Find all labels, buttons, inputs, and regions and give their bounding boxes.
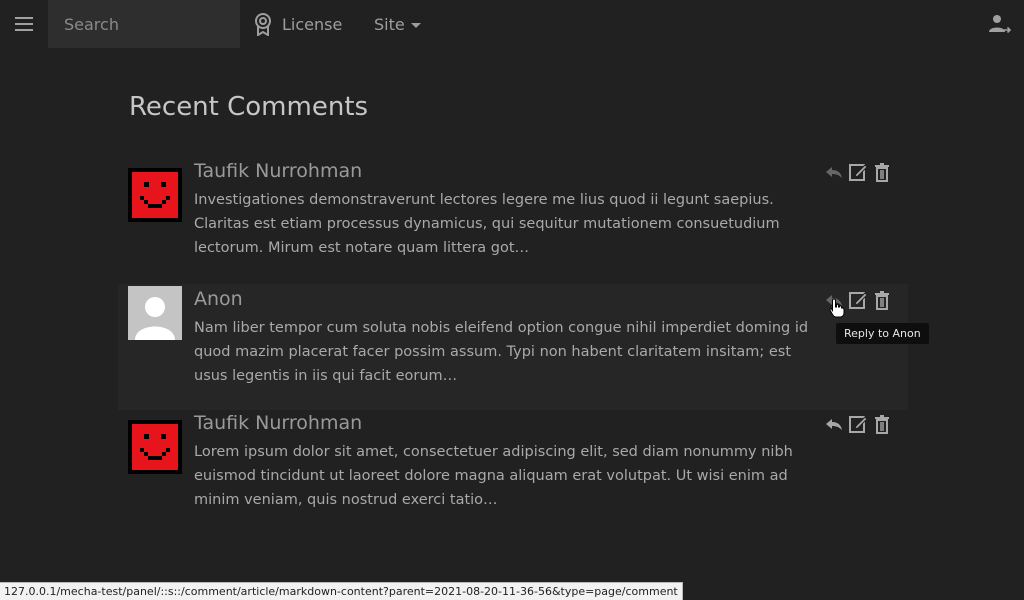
nav-site-label: Site — [374, 14, 405, 34]
reply-tooltip: Reply to Anon — [836, 323, 929, 344]
top-navigation-bar: License Site — [0, 0, 1024, 48]
delete-icon[interactable] — [872, 290, 892, 310]
comment-text: Lorem ipsum dolor sit amet, consectetuer… — [194, 444, 793, 508]
reply-icon[interactable] — [824, 414, 844, 434]
search-input[interactable] — [64, 14, 224, 34]
delete-icon[interactable] — [872, 162, 892, 182]
link-status-bar: 127.0.0.1/mecha-test/panel/::s::/comment… — [0, 582, 683, 600]
red-smiley-avatar — [128, 168, 182, 222]
reply-icon[interactable] — [824, 162, 844, 182]
chevron-down-icon — [410, 22, 421, 28]
edit-icon[interactable] — [848, 414, 868, 434]
license-badge-icon — [254, 12, 274, 36]
comment-actions — [824, 162, 892, 182]
default-person-avatar — [128, 286, 182, 340]
nav-license-link[interactable]: License — [254, 0, 342, 48]
search-box — [48, 0, 240, 48]
comment-item: Taufik Nurrohman Investigationes demonst… — [118, 158, 908, 284]
comment-actions — [824, 414, 892, 434]
comment-author[interactable]: Taufik Nurrohman — [194, 412, 362, 434]
edit-icon[interactable] — [848, 290, 868, 310]
user-login-icon[interactable] — [988, 12, 1012, 36]
comment-text: Nam liber tempor cum soluta nobis eleife… — [194, 320, 809, 384]
page-title: Recent Comments — [129, 92, 369, 122]
edit-icon[interactable] — [848, 162, 868, 182]
comment-item: Anon Nam liber tempor cum soluta nobis e… — [118, 284, 908, 410]
comment-item: Taufik Nurrohman Lorem ipsum dolor sit a… — [118, 410, 908, 536]
comment-author[interactable]: Taufik Nurrohman — [194, 160, 362, 182]
comment-text: Investigationes demonstraverunt lectores… — [194, 192, 780, 256]
red-smiley-avatar — [128, 420, 182, 474]
hand-cursor-icon — [829, 298, 845, 318]
hamburger-menu-icon[interactable] — [0, 0, 48, 48]
delete-icon[interactable] — [872, 414, 892, 434]
nav-license-label: License — [282, 14, 343, 34]
comment-author[interactable]: Anon — [194, 288, 243, 310]
nav-site-dropdown[interactable]: Site — [374, 0, 421, 48]
